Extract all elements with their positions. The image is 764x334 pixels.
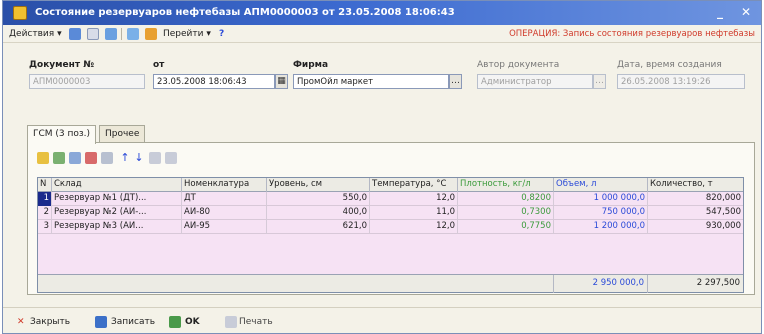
print-icon xyxy=(225,316,237,328)
item-cell[interactable]: АИ-80 xyxy=(182,206,267,220)
calendar-button[interactable]: ▦ xyxy=(275,74,288,89)
move-up-icon[interactable]: ↑ xyxy=(119,152,131,164)
level-cell[interactable]: 550,0 xyxy=(267,192,370,206)
close-icon: ✕ xyxy=(17,317,25,327)
toolbar-separator xyxy=(121,28,122,40)
move-down-icon[interactable]: ↓ xyxy=(133,152,145,164)
app-icon xyxy=(13,6,27,20)
warehouse-cell[interactable]: Резервуар №2 (АИ-... xyxy=(52,206,182,220)
column-header[interactable]: Склад xyxy=(52,178,182,192)
goto-menu[interactable]: Перейти ▾ xyxy=(163,28,211,41)
row-number-cell: 3 xyxy=(38,220,52,234)
column-header[interactable]: Объем, л xyxy=(554,178,648,192)
bottom-bar: ✕ Закрыть Записать OK Печать xyxy=(3,307,761,334)
edit-row-icon[interactable] xyxy=(69,152,81,164)
window-title: Состояние резервуаров нефтебазы АПМ00000… xyxy=(35,7,455,18)
volume-cell[interactable]: 1 000 000,0 xyxy=(554,192,648,206)
tab-other[interactable]: Прочее xyxy=(99,125,146,143)
ok-button[interactable]: OK xyxy=(185,316,200,329)
volume-cell[interactable]: 750 000,0 xyxy=(554,206,648,220)
print-button[interactable]: Печать xyxy=(239,316,273,329)
created-label: Дата, время создания xyxy=(617,60,722,70)
operation-label: ОПЕРАЦИЯ: Запись состояния резервуаров н… xyxy=(509,29,755,39)
level-cell[interactable]: 400,0 xyxy=(267,206,370,220)
report-icon[interactable] xyxy=(145,28,157,40)
actions-menu[interactable]: Действия ▾ xyxy=(9,28,62,41)
save-icon xyxy=(95,316,107,328)
warehouse-cell[interactable]: Резервуар №3 (АИ... xyxy=(52,220,182,234)
author-select-button: … xyxy=(593,74,606,89)
date-label: от xyxy=(153,60,165,70)
item-cell[interactable]: АИ-95 xyxy=(182,220,267,234)
row-number-cell: 1 xyxy=(38,192,52,206)
calendar-icon: ▦ xyxy=(277,76,286,86)
column-header[interactable]: Уровень, см xyxy=(267,178,370,192)
table-row[interactable]: 3 Резервуар №3 (АИ... АИ-95 621,0 12,0 0… xyxy=(38,220,743,234)
add-icon[interactable] xyxy=(69,28,81,40)
item-cell[interactable]: ДТ xyxy=(182,192,267,206)
column-header[interactable]: Температура, °С xyxy=(370,178,458,192)
table-row[interactable]: 1 Резервуар №1 (ДТ)... ДТ 550,0 12,0 0,8… xyxy=(38,192,743,206)
footer-spacer xyxy=(38,275,554,293)
author-label: Автор документа xyxy=(477,60,560,70)
ellipsis-icon: … xyxy=(451,76,460,86)
created-field: 26.05.2008 13:19:26 xyxy=(617,74,745,89)
column-header[interactable]: Номенклатура xyxy=(182,178,267,192)
tab-fuel[interactable]: ГСМ (3 поз.) xyxy=(27,125,97,144)
column-header[interactable]: Количество, т xyxy=(648,178,743,192)
toolbar: Действия ▾ Перейти ▾ ? ОПЕРАЦИЯ: Запись … xyxy=(3,25,761,43)
firm-field[interactable]: ПромОйл маркет xyxy=(293,74,449,89)
copy-icon[interactable] xyxy=(87,28,99,40)
edit-icon[interactable] xyxy=(105,28,117,40)
structure-icon[interactable] xyxy=(127,28,139,40)
total-quantity: 2 297,500 xyxy=(696,278,740,288)
temperature-cell[interactable]: 11,0 xyxy=(370,206,458,220)
delete-row-icon[interactable] xyxy=(85,152,97,164)
doc-number-label: Документ № xyxy=(29,60,95,70)
density-cell[interactable]: 0,7300 xyxy=(458,206,554,220)
minimize-button[interactable]: _ xyxy=(711,4,729,21)
temperature-cell[interactable]: 12,0 xyxy=(370,192,458,206)
density-cell[interactable]: 0,7750 xyxy=(458,220,554,234)
quantity-cell[interactable]: 547,500 xyxy=(648,206,743,220)
table-footer: 2 950 000,0 2 297,500 xyxy=(38,274,743,293)
ellipsis-icon: … xyxy=(595,76,604,86)
table-row[interactable]: 2 Резервуар №2 (АИ-... АИ-80 400,0 11,0 … xyxy=(38,206,743,220)
density-cell[interactable]: 0,8200 xyxy=(458,192,554,206)
level-cell[interactable]: 621,0 xyxy=(267,220,370,234)
tank-table[interactable]: N Склад Номенклатура Уровень, см Темпера… xyxy=(37,177,744,293)
quantity-cell[interactable]: 930,000 xyxy=(648,220,743,234)
chevron-down-icon: ▾ xyxy=(206,29,211,39)
add-row-icon[interactable] xyxy=(37,152,49,164)
ok-icon xyxy=(169,316,181,328)
temperature-cell[interactable]: 12,0 xyxy=(370,220,458,234)
date-field[interactable]: 23.05.2008 18:06:43 xyxy=(153,74,275,89)
document-window: Состояние резервуаров нефтебазы АПМ00000… xyxy=(2,0,762,334)
help-button[interactable]: ? xyxy=(219,28,224,41)
total-volume: 2 950 000,0 xyxy=(554,275,648,293)
sort-desc-icon[interactable] xyxy=(165,152,177,164)
volume-cell[interactable]: 1 200 000,0 xyxy=(554,220,648,234)
copy-row-icon[interactable] xyxy=(53,152,65,164)
quantity-cell[interactable]: 820,000 xyxy=(648,192,743,206)
column-header[interactable]: Плотность, кг/л xyxy=(458,178,554,192)
save-button[interactable]: Записать xyxy=(111,316,155,329)
goto-menu-label: Перейти xyxy=(163,29,204,39)
firm-select-button[interactable]: … xyxy=(449,74,462,89)
close-button[interactable]: Закрыть xyxy=(30,316,70,329)
title-bar[interactable]: Состояние резервуаров нефтебазы АПМ00000… xyxy=(3,1,761,25)
table-header: N Склад Номенклатура Уровень, см Темпера… xyxy=(38,178,743,192)
firm-label: Фирма xyxy=(293,60,329,70)
actions-menu-label: Действия xyxy=(9,29,55,39)
row-number-cell: 2 xyxy=(38,206,52,220)
column-header[interactable]: N xyxy=(38,178,52,192)
table-empty-area[interactable] xyxy=(38,234,743,274)
doc-number-field: АПМ0000003 xyxy=(29,74,145,89)
author-field: Администратор xyxy=(477,74,593,89)
end-edit-icon[interactable] xyxy=(101,152,113,164)
chevron-down-icon: ▾ xyxy=(57,29,62,39)
warehouse-cell[interactable]: Резервуар №1 (ДТ)... xyxy=(52,192,182,206)
sort-asc-icon[interactable] xyxy=(149,152,161,164)
close-window-button[interactable]: ✕ xyxy=(737,4,755,21)
